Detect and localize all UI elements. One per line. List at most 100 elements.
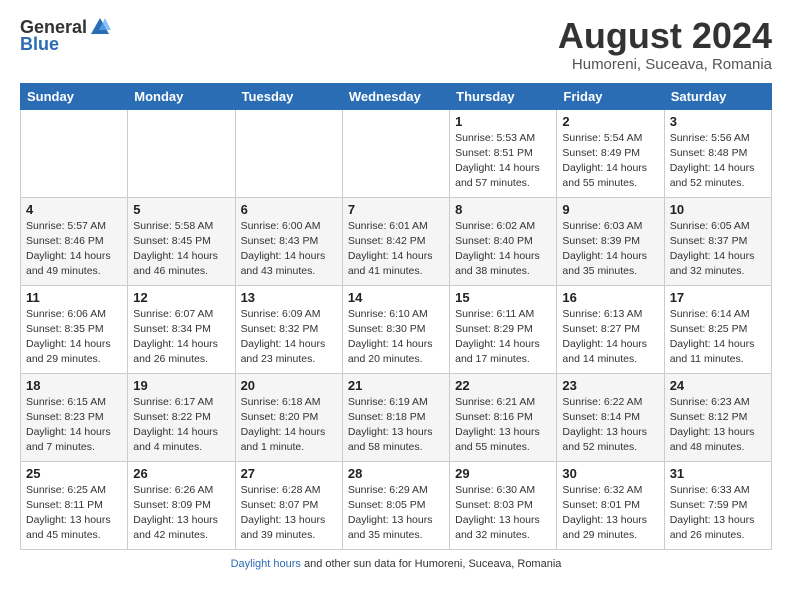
day-number: 28 bbox=[348, 466, 444, 481]
day-number: 5 bbox=[133, 202, 229, 217]
calendar-week-row: 4Sunrise: 5:57 AM Sunset: 8:46 PM Daylig… bbox=[21, 197, 772, 285]
day-info: Sunrise: 6:19 AM Sunset: 8:18 PM Dayligh… bbox=[348, 395, 444, 456]
day-info: Sunrise: 6:29 AM Sunset: 8:05 PM Dayligh… bbox=[348, 483, 444, 544]
day-number: 27 bbox=[241, 466, 337, 481]
day-number: 14 bbox=[348, 290, 444, 305]
logo-icon bbox=[89, 16, 111, 38]
calendar-cell: 19 Sunrise: 6:17 AM Sunset: 8:22 PM Dayli… bbox=[128, 373, 235, 461]
calendar-cell: 26 Sunrise: 6:26 AM Sunset: 8:09 PM Dayli… bbox=[128, 461, 235, 549]
day-number: 17 bbox=[670, 290, 766, 305]
day-number: 25 bbox=[26, 466, 122, 481]
calendar-cell bbox=[21, 109, 128, 197]
title-block: August 2024 Humoreni, Suceava, Romania bbox=[558, 16, 772, 73]
month-title: August 2024 bbox=[558, 16, 772, 56]
day-info: Sunrise: 6:18 AM Sunset: 8:20 PM Dayligh… bbox=[241, 395, 337, 456]
calendar-cell: 22 Sunrise: 6:21 AM Sunset: 8:16 PM Dayli… bbox=[450, 373, 557, 461]
day-info: Sunrise: 6:07 AM Sunset: 8:34 PM Dayligh… bbox=[133, 307, 229, 368]
weekday-header: Thursday bbox=[450, 83, 557, 109]
day-number: 30 bbox=[562, 466, 658, 481]
calendar-cell: 14 Sunrise: 6:10 AM Sunset: 8:30 PM Dayli… bbox=[342, 285, 449, 373]
day-info: Sunrise: 6:32 AM Sunset: 8:01 PM Dayligh… bbox=[562, 483, 658, 544]
day-info: Sunrise: 6:02 AM Sunset: 8:40 PM Dayligh… bbox=[455, 219, 551, 280]
footer: Daylight hours and other sun data for Hu… bbox=[20, 558, 772, 570]
calendar-cell: 9 Sunrise: 6:03 AM Sunset: 8:39 PM Daylig… bbox=[557, 197, 664, 285]
calendar-cell: 18 Sunrise: 6:15 AM Sunset: 8:23 PM Dayli… bbox=[21, 373, 128, 461]
weekday-header: Monday bbox=[128, 83, 235, 109]
calendar-cell: 2 Sunrise: 5:54 AM Sunset: 8:49 PM Daylig… bbox=[557, 109, 664, 197]
day-number: 1 bbox=[455, 114, 551, 129]
day-info: Sunrise: 6:21 AM Sunset: 8:16 PM Dayligh… bbox=[455, 395, 551, 456]
weekday-header-row: SundayMondayTuesdayWednesdayThursdayFrid… bbox=[21, 83, 772, 109]
calendar-cell: 13 Sunrise: 6:09 AM Sunset: 8:32 PM Dayli… bbox=[235, 285, 342, 373]
calendar-cell: 11Sunrise: 6:06 AM Sunset: 8:35 PM Dayli… bbox=[21, 285, 128, 373]
calendar-cell: 31Sunrise: 6:33 AM Sunset: 7:59 PM Dayli… bbox=[664, 461, 771, 549]
day-info: Sunrise: 6:05 AM Sunset: 8:37 PM Dayligh… bbox=[670, 219, 766, 280]
calendar-cell: 28 Sunrise: 6:29 AM Sunset: 8:05 PM Dayli… bbox=[342, 461, 449, 549]
day-number: 12 bbox=[133, 290, 229, 305]
calendar-cell: 30 Sunrise: 6:32 AM Sunset: 8:01 PM Dayli… bbox=[557, 461, 664, 549]
footer-label: Daylight hours bbox=[231, 558, 301, 570]
calendar-week-row: 18 Sunrise: 6:15 AM Sunset: 8:23 PM Dayli… bbox=[21, 373, 772, 461]
day-number: 20 bbox=[241, 378, 337, 393]
calendar-cell: 17 Sunrise: 6:14 AM Sunset: 8:25 PM Dayli… bbox=[664, 285, 771, 373]
day-number: 23 bbox=[562, 378, 658, 393]
day-info: Sunrise: 5:54 AM Sunset: 8:49 PM Dayligh… bbox=[562, 131, 658, 192]
day-info: Sunrise: 6:15 AM Sunset: 8:23 PM Dayligh… bbox=[26, 395, 122, 456]
day-info: Sunrise: 6:25 AM Sunset: 8:11 PM Dayligh… bbox=[26, 483, 122, 544]
calendar-cell: 24 Sunrise: 6:23 AM Sunset: 8:12 PM Dayli… bbox=[664, 373, 771, 461]
day-number: 26 bbox=[133, 466, 229, 481]
calendar-cell bbox=[235, 109, 342, 197]
day-number: 18 bbox=[26, 378, 122, 393]
day-info: Sunrise: 6:26 AM Sunset: 8:09 PM Dayligh… bbox=[133, 483, 229, 544]
day-info: Sunrise: 6:33 AM Sunset: 7:59 PM Dayligh… bbox=[670, 483, 766, 544]
day-number: 3 bbox=[670, 114, 766, 129]
day-info: Sunrise: 6:28 AM Sunset: 8:07 PM Dayligh… bbox=[241, 483, 337, 544]
calendar-cell: 25 Sunrise: 6:25 AM Sunset: 8:11 PM Dayli… bbox=[21, 461, 128, 549]
calendar-cell: 7Sunrise: 6:01 AM Sunset: 8:42 PM Daylig… bbox=[342, 197, 449, 285]
day-number: 9 bbox=[562, 202, 658, 217]
calendar-cell: 29 Sunrise: 6:30 AM Sunset: 8:03 PM Dayli… bbox=[450, 461, 557, 549]
day-number: 21 bbox=[348, 378, 444, 393]
day-number: 13 bbox=[241, 290, 337, 305]
day-info: Sunrise: 6:17 AM Sunset: 8:22 PM Dayligh… bbox=[133, 395, 229, 456]
day-number: 6 bbox=[241, 202, 337, 217]
day-info: Sunrise: 5:56 AM Sunset: 8:48 PM Dayligh… bbox=[670, 131, 766, 192]
calendar-cell: 4Sunrise: 5:57 AM Sunset: 8:46 PM Daylig… bbox=[21, 197, 128, 285]
day-number: 11 bbox=[26, 290, 122, 305]
day-info: Sunrise: 5:58 AM Sunset: 8:45 PM Dayligh… bbox=[133, 219, 229, 280]
day-number: 10 bbox=[670, 202, 766, 217]
day-info: Sunrise: 6:09 AM Sunset: 8:32 PM Dayligh… bbox=[241, 307, 337, 368]
day-info: Sunrise: 6:23 AM Sunset: 8:12 PM Dayligh… bbox=[670, 395, 766, 456]
footer-text: and other sun data for Humoreni, Suceava… bbox=[304, 558, 561, 570]
weekday-header: Wednesday bbox=[342, 83, 449, 109]
calendar-cell: 16Sunrise: 6:13 AM Sunset: 8:27 PM Dayli… bbox=[557, 285, 664, 373]
day-number: 15 bbox=[455, 290, 551, 305]
day-info: Sunrise: 6:01 AM Sunset: 8:42 PM Dayligh… bbox=[348, 219, 444, 280]
day-info: Sunrise: 6:14 AM Sunset: 8:25 PM Dayligh… bbox=[670, 307, 766, 368]
calendar-cell: 23 Sunrise: 6:22 AM Sunset: 8:14 PM Dayli… bbox=[557, 373, 664, 461]
logo: General Blue bbox=[20, 16, 111, 55]
calendar-cell: 21 Sunrise: 6:19 AM Sunset: 8:18 PM Dayli… bbox=[342, 373, 449, 461]
day-number: 24 bbox=[670, 378, 766, 393]
calendar-cell: 1 Sunrise: 5:53 AM Sunset: 8:51 PM Daylig… bbox=[450, 109, 557, 197]
calendar-week-row: 1 Sunrise: 5:53 AM Sunset: 8:51 PM Daylig… bbox=[21, 109, 772, 197]
calendar-cell: 3 Sunrise: 5:56 AM Sunset: 8:48 PM Daylig… bbox=[664, 109, 771, 197]
day-info: Sunrise: 6:03 AM Sunset: 8:39 PM Dayligh… bbox=[562, 219, 658, 280]
subtitle: Humoreni, Suceava, Romania bbox=[558, 56, 772, 73]
day-info: Sunrise: 6:13 AM Sunset: 8:27 PM Dayligh… bbox=[562, 307, 658, 368]
day-number: 29 bbox=[455, 466, 551, 481]
day-number: 22 bbox=[455, 378, 551, 393]
calendar-week-row: 25 Sunrise: 6:25 AM Sunset: 8:11 PM Dayli… bbox=[21, 461, 772, 549]
logo-blue-text: Blue bbox=[20, 34, 59, 55]
weekday-header: Sunday bbox=[21, 83, 128, 109]
calendar-cell: 20 Sunrise: 6:18 AM Sunset: 8:20 PM Dayli… bbox=[235, 373, 342, 461]
day-info: Sunrise: 5:53 AM Sunset: 8:51 PM Dayligh… bbox=[455, 131, 551, 192]
day-number: 19 bbox=[133, 378, 229, 393]
calendar-cell: 15Sunrise: 6:11 AM Sunset: 8:29 PM Dayli… bbox=[450, 285, 557, 373]
day-info: Sunrise: 6:22 AM Sunset: 8:14 PM Dayligh… bbox=[562, 395, 658, 456]
day-info: Sunrise: 6:00 AM Sunset: 8:43 PM Dayligh… bbox=[241, 219, 337, 280]
calendar-week-row: 11Sunrise: 6:06 AM Sunset: 8:35 PM Dayli… bbox=[21, 285, 772, 373]
day-number: 2 bbox=[562, 114, 658, 129]
day-info: Sunrise: 6:30 AM Sunset: 8:03 PM Dayligh… bbox=[455, 483, 551, 544]
day-info: Sunrise: 6:10 AM Sunset: 8:30 PM Dayligh… bbox=[348, 307, 444, 368]
